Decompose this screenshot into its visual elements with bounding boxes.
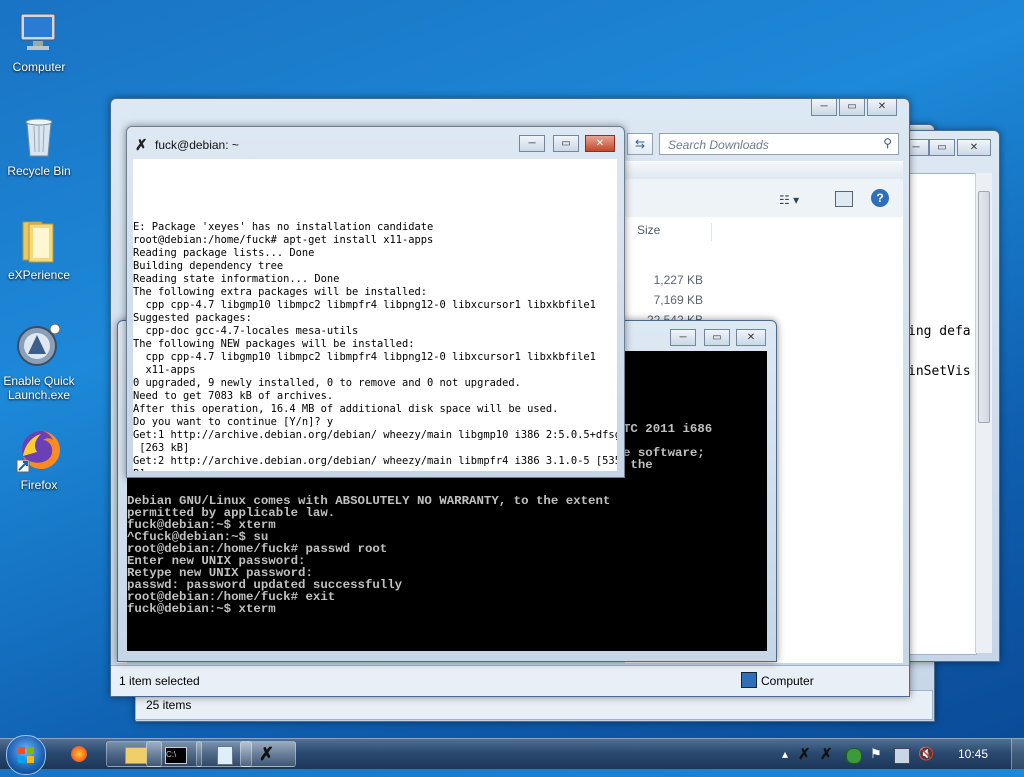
close-button[interactable]: ✕: [585, 135, 615, 152]
search-icon: ⚲: [883, 136, 892, 150]
quick-launch-icon: [15, 322, 63, 370]
terminal-line: Get:1 http://archive.debian.org/debian/ …: [133, 429, 617, 441]
terminal-line: The following extra packages will be ins…: [133, 286, 428, 298]
item-count: 25 items: [146, 698, 192, 712]
desktop-icon-label: Firefox: [20, 478, 58, 492]
windows-logo-icon: [18, 747, 34, 763]
terminal-line: B]: [133, 468, 617, 471]
refresh-button[interactable]: ⇆: [627, 133, 653, 155]
desktop-icon-enable-quick-launch[interactable]: Enable Quick Launch.exe: [0, 322, 78, 402]
recycle-bin-icon: [15, 112, 63, 160]
console-icon: C:\: [165, 747, 187, 764]
terminal-line: cpp cpp-4.7 libgmp10 libmpc2 libmpfr4 li…: [133, 351, 596, 363]
x-logo-icon: ✗: [259, 744, 275, 764]
terminal-line: 0 upgraded, 9 newly installed, 0 to remo…: [133, 377, 521, 389]
show-desktop-button[interactable]: [1011, 739, 1024, 769]
taskbar-firefox[interactable]: [54, 741, 104, 767]
terminal-line: Reading state information... Done: [133, 273, 340, 285]
close-button[interactable]: ✕: [957, 139, 991, 156]
desktop-icon-label: eXPerience: [7, 268, 71, 282]
command-bar: [625, 161, 903, 180]
toolbar: ☷ ▾ ?: [625, 179, 903, 219]
preview-pane-icon[interactable]: [835, 191, 853, 207]
column-header-size[interactable]: Size: [633, 223, 712, 241]
partial-text: ing defa: [908, 324, 971, 339]
console-partial: the: [623, 458, 653, 472]
terminal-lines: E: Package 'xeyes' has no installation c…: [133, 221, 617, 471]
terminal-line: Suggested packages:: [133, 312, 252, 324]
scrollbar[interactable]: [975, 173, 992, 653]
minimize-button[interactable]: ─: [519, 135, 545, 152]
desktop-icon-label: Enable Quick Launch.exe: [3, 374, 75, 402]
terminal-line: After this operation, 16.4 MB of additio…: [133, 403, 559, 415]
firefox-icon: [71, 746, 87, 762]
taskbar-xterm[interactable]: ✗: [240, 741, 296, 767]
back-content-pane: ing defa inSetVis: [899, 173, 977, 655]
desktop-icon-computer[interactable]: Computer: [0, 8, 78, 74]
desktop-icon-label: Recycle Bin: [7, 164, 71, 178]
desktop-icon-experience[interactable]: eXPerience: [0, 216, 78, 282]
terminal-output[interactable]: E: Package 'xeyes' has no installation c…: [133, 159, 617, 471]
minimize-button[interactable]: ─: [670, 329, 696, 346]
terminal-line: Get:2 http://archive.debian.org/debian/ …: [133, 455, 617, 467]
network-icon[interactable]: [894, 748, 910, 764]
terminal-line: Do you want to continue [Y/n]? y: [133, 416, 334, 428]
firefox-icon: [15, 426, 63, 474]
terminal-line: The following NEW packages will be insta…: [133, 338, 415, 350]
console-partial: TC 2011 i686: [623, 422, 713, 436]
status-bar: 1 item selected Computer: [111, 665, 909, 696]
console-line: fuck@debian:~$ xterm: [127, 602, 276, 616]
terminal-line: Reading package lists... Done: [133, 247, 315, 259]
terminal-line: Building dependency tree: [133, 260, 284, 272]
start-button[interactable]: [6, 735, 46, 775]
folder-icon: [15, 216, 63, 264]
terminal-line: root@debian:/home/fuck# apt-get install …: [133, 234, 434, 246]
volume-muted-icon[interactable]: 🔇: [918, 746, 934, 761]
terminal-line: x11-apps: [133, 364, 196, 376]
desktop-icon-firefox[interactable]: Firefox: [0, 426, 78, 492]
maximize-button[interactable]: ▭: [704, 329, 730, 346]
terminal-line: cpp-doc gcc-4.7-locales mesa-utils: [133, 325, 359, 337]
search-input[interactable]: Search Downloads ⚲: [659, 133, 899, 155]
window-title: fuck@debian: ~: [155, 138, 239, 152]
scrollbar-thumb[interactable]: [978, 191, 990, 423]
action-center-flag-icon[interactable]: ⚑: [870, 746, 884, 761]
view-options-icon[interactable]: ☷ ▾: [779, 193, 799, 207]
x-logo-icon: ✗: [135, 137, 148, 154]
maximize-button[interactable]: ▭: [929, 139, 955, 156]
console-lines: Debian GNU/Linux comes with ABSOLUTELY N…: [127, 495, 610, 615]
xterm-window[interactable]: ✗ fuck@debian: ~ ─ ▭ ✕ E: Package 'xeyes…: [126, 126, 625, 478]
show-hidden-icons-icon[interactable]: ▴: [782, 747, 796, 761]
folder-icon: [125, 747, 147, 764]
file-size: 7,169 KB: [653, 293, 703, 307]
minimize-button[interactable]: ─: [811, 99, 837, 116]
x-server-tray-icon[interactable]: ✗: [820, 745, 834, 763]
close-button[interactable]: ✕: [736, 329, 766, 346]
file-size: 1,227 KB: [653, 273, 703, 287]
terminal-line: [263 kB]: [133, 442, 190, 454]
location-status: Computer: [761, 674, 814, 688]
terminal-line: cpp cpp-4.7 libgmp10 libmpc2 libmpfr4 li…: [133, 299, 596, 311]
search-placeholder: Search Downloads: [668, 138, 769, 152]
security-icon[interactable]: [846, 748, 862, 764]
terminal-line: E: Package 'xeyes' has no installation c…: [133, 221, 434, 233]
maximize-button[interactable]: ▭: [553, 135, 579, 152]
computer-icon: [15, 8, 63, 56]
help-icon[interactable]: ?: [871, 189, 889, 207]
maximize-button[interactable]: ▭: [839, 99, 865, 116]
explorer-window-back-right[interactable]: ─ ▭ ✕ ing defa inSetVis: [898, 130, 1000, 662]
selection-status: 1 item selected: [119, 674, 200, 688]
taskbar: C:\ ✗ ▴ ✗ ✗ ⚑ 🔇 10:45: [0, 735, 1024, 775]
desktop-icon-recycle-bin[interactable]: Recycle Bin: [0, 112, 78, 178]
close-button[interactable]: ✕: [867, 99, 897, 116]
terminal-line: Need to get 7083 kB of archives.: [133, 390, 334, 402]
desktop-icon-label: Computer: [12, 60, 66, 74]
taskbar-console[interactable]: C:\: [146, 741, 202, 767]
clock[interactable]: 10:45: [958, 747, 988, 761]
x-server-tray-icon[interactable]: ✗: [798, 745, 812, 763]
notepad-icon: [217, 746, 233, 765]
partial-text: inSetVis: [908, 364, 971, 379]
computer-small-icon: [741, 672, 757, 688]
